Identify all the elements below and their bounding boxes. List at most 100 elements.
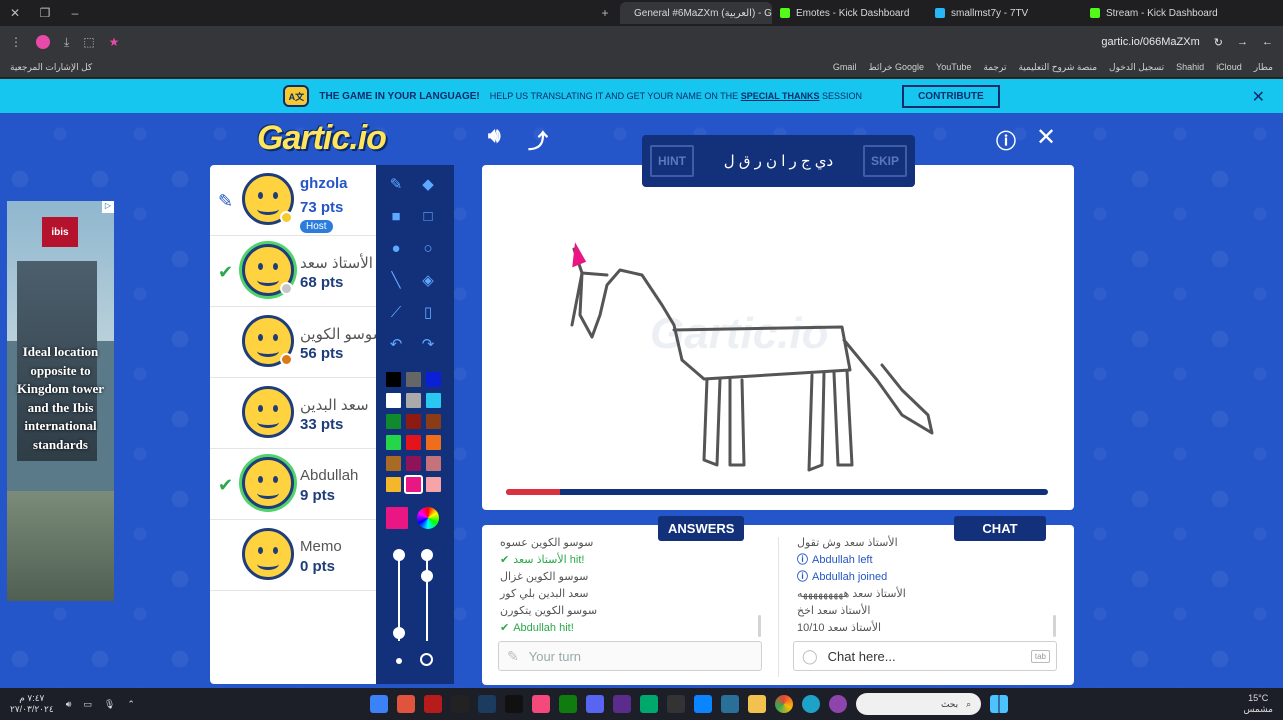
- opacity-slider-knob[interactable]: [421, 549, 433, 561]
- player-row[interactable]: ✎ ghzola 73 pts Host: [210, 165, 376, 236]
- redo-icon[interactable]: ↷: [417, 333, 439, 355]
- mic-icon[interactable]: 🎙︎: [104, 699, 115, 710]
- close-icon[interactable]: ✕: [1252, 87, 1265, 107]
- discord-icon[interactable]: [586, 695, 605, 713]
- special-thanks-link[interactable]: SPECIAL THANKS: [741, 91, 820, 101]
- app-icon[interactable]: [613, 695, 632, 713]
- hint-button[interactable]: HINT: [650, 145, 694, 177]
- size-slider-knob[interactable]: [393, 549, 405, 561]
- profile-icon[interactable]: [36, 35, 50, 49]
- new-tab-button[interactable]: +: [590, 6, 620, 20]
- info-icon[interactable]: ⓘ: [996, 125, 1016, 154]
- opacity-slider-bottom-knob[interactable]: [421, 570, 433, 582]
- xbox-icon[interactable]: [559, 695, 578, 713]
- color-swatch[interactable]: [426, 372, 441, 387]
- browser-tab[interactable]: General #6MaZXm (العربية) - Ga: [620, 2, 772, 24]
- bookmark-item[interactable]: ترجمة: [983, 62, 1006, 73]
- filled-circle-icon[interactable]: ●: [385, 237, 407, 259]
- bookmark-item[interactable]: Gmail: [833, 62, 857, 73]
- player-row[interactable]: Memo 0 pts: [210, 520, 376, 591]
- app-icon[interactable]: [505, 695, 524, 713]
- fill-bucket-icon[interactable]: ◈: [417, 269, 439, 291]
- color-swatch[interactable]: [386, 456, 401, 471]
- color-swatch[interactable]: [406, 414, 421, 429]
- eyedropper-icon[interactable]: ⟋: [385, 301, 407, 323]
- bookmark-item[interactable]: Shahid: [1176, 62, 1204, 73]
- window-minimize-icon[interactable]: –: [60, 6, 90, 20]
- pencil-icon[interactable]: ✎: [385, 173, 407, 195]
- color-swatch[interactable]: [386, 414, 401, 429]
- bookmark-item[interactable]: تسجيل الدخول: [1109, 62, 1164, 73]
- ad-banner[interactable]: ibis ▷ Ideal location opposite to Kingdo…: [7, 201, 114, 601]
- bookmark-item[interactable]: خرائط Google: [868, 62, 924, 73]
- color-swatch[interactable]: [386, 393, 401, 408]
- app-icon[interactable]: [532, 695, 551, 713]
- download-icon[interactable]: ⤓: [64, 35, 69, 50]
- address-bar[interactable]: gartic.io/066MaZXm: [1101, 36, 1199, 48]
- app-icon[interactable]: [694, 695, 713, 713]
- player-row[interactable]: سوسو الكوين 56 pts: [210, 307, 376, 378]
- color-swatch[interactable]: [406, 435, 421, 450]
- chevron-up-icon[interactable]: ⌃: [127, 699, 135, 710]
- undo-icon[interactable]: ↶: [385, 333, 407, 355]
- color-wheel-icon[interactable]: [417, 507, 439, 529]
- app-icon[interactable]: [451, 695, 470, 713]
- clock[interactable]: ٧:٤٧ م ٢٧/٠٣/٢٠٢٤: [10, 693, 54, 715]
- menu-icon[interactable]: ⋮: [10, 35, 22, 49]
- network-icon[interactable]: ▭: [83, 699, 92, 710]
- color-swatch[interactable]: [406, 393, 421, 408]
- app-icon[interactable]: [667, 695, 686, 713]
- edge-icon[interactable]: [802, 695, 821, 713]
- bookmark-item[interactable]: iCloud: [1216, 62, 1242, 73]
- adchoices-icon[interactable]: ▷: [102, 201, 114, 213]
- browser-tab[interactable]: Emotes - Kick Dashboard: [772, 2, 927, 24]
- star-icon[interactable]: ★: [109, 35, 120, 49]
- reload-icon[interactable]: ↻: [1214, 36, 1223, 49]
- rect-icon[interactable]: □: [417, 205, 439, 227]
- chat-input[interactable]: ◯ Chat here... tab: [793, 641, 1057, 671]
- line-icon[interactable]: ╲: [385, 269, 407, 291]
- all-bookmarks-link[interactable]: كل الإشارات المرجعية: [10, 62, 92, 73]
- back-icon[interactable]: ←: [1262, 36, 1273, 48]
- player-row[interactable]: سعد البدين 33 pts: [210, 378, 376, 449]
- contribute-button[interactable]: CONTRIBUTE: [902, 84, 1000, 108]
- color-swatch[interactable]: [386, 372, 401, 387]
- taskbar-search[interactable]: بحث ⌕: [856, 693, 982, 715]
- app-icon[interactable]: [424, 695, 443, 713]
- color-swatch[interactable]: [426, 477, 441, 492]
- app-icon[interactable]: [397, 695, 416, 713]
- window-close-icon[interactable]: ✕: [0, 6, 30, 20]
- bookmark-item[interactable]: YouTube: [936, 62, 971, 73]
- weather-widget[interactable]: 15°C مشمس: [1243, 693, 1273, 715]
- color-swatch[interactable]: [406, 372, 421, 387]
- answer-input[interactable]: ✎ Your turn: [498, 641, 762, 671]
- bookmark-item[interactable]: منصة شروح التعليمية: [1018, 62, 1097, 73]
- app-icon[interactable]: [829, 695, 848, 713]
- extensions-icon[interactable]: ⬚: [83, 35, 94, 49]
- eraser-icon[interactable]: ◆: [417, 173, 439, 195]
- circle-icon[interactable]: ○: [417, 237, 439, 259]
- folder-icon[interactable]: [748, 695, 767, 713]
- browser-tab[interactable]: smallmst7y - 7TV: [927, 2, 1082, 24]
- color-swatch[interactable]: [426, 393, 441, 408]
- app-icon[interactable]: [370, 695, 389, 713]
- steam-icon[interactable]: [478, 695, 497, 713]
- color-swatch[interactable]: [386, 477, 401, 492]
- forward-icon[interactable]: →: [1237, 36, 1248, 48]
- app-icon[interactable]: [721, 695, 740, 713]
- window-maximize-icon[interactable]: ❐: [30, 6, 60, 20]
- exit-icon[interactable]: ✕: [1036, 123, 1056, 152]
- color-swatch[interactable]: [426, 414, 441, 429]
- bookmark-item[interactable]: مطار: [1254, 62, 1273, 73]
- page-icon[interactable]: ▯: [417, 301, 439, 323]
- chrome-icon[interactable]: [775, 695, 794, 713]
- color-swatch[interactable]: [386, 435, 401, 450]
- color-swatch[interactable]: [406, 456, 421, 471]
- skip-button[interactable]: SKIP: [862, 145, 907, 177]
- color-swatch[interactable]: [426, 456, 441, 471]
- answers-tab[interactable]: ANSWERS: [658, 516, 745, 541]
- filled-rect-icon[interactable]: ■: [385, 205, 407, 227]
- sound-icon[interactable]: 🔊︎: [488, 125, 501, 148]
- speaker-icon[interactable]: 🔊︎: [66, 699, 72, 710]
- browser-tab[interactable]: Stream - Kick Dashboard: [1082, 2, 1237, 24]
